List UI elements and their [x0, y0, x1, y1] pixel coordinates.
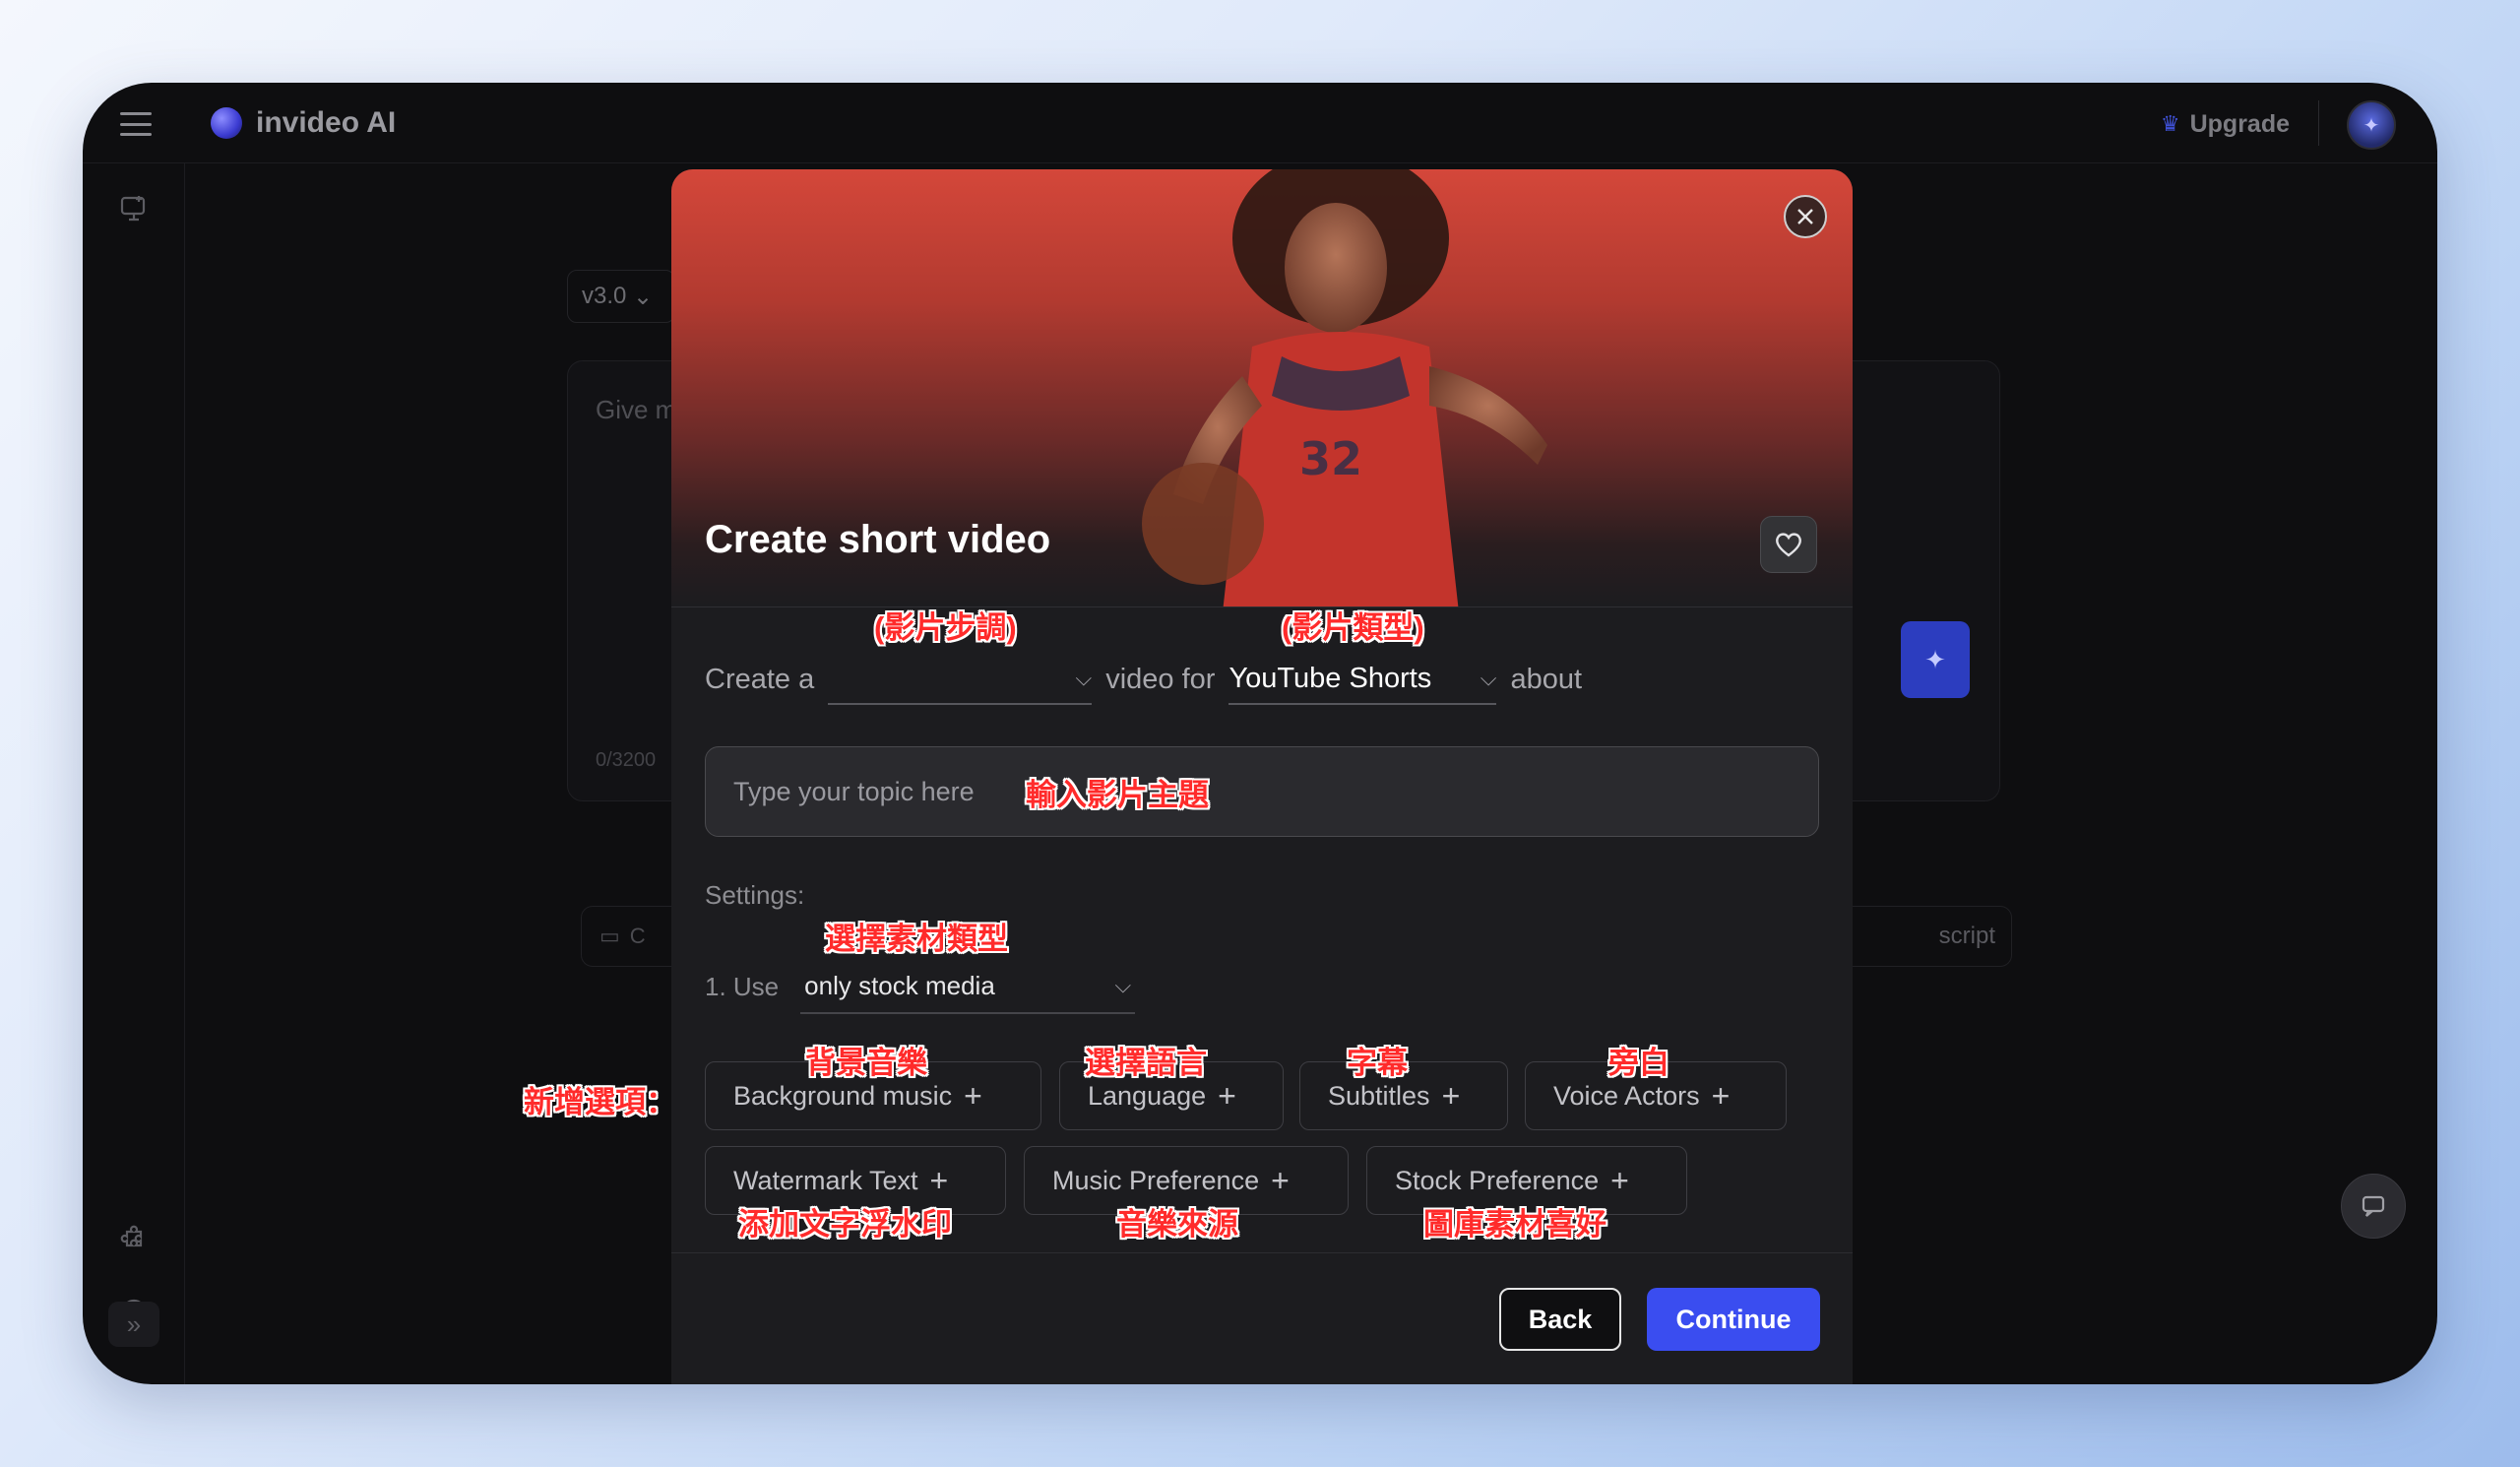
pace-select[interactable]: ⌵ — [828, 654, 1093, 705]
upgrade-label: Upgrade — [2189, 109, 2290, 138]
plus-icon: + — [964, 1077, 982, 1114]
sentence-prefix: Create a — [705, 663, 815, 695]
continue-button[interactable]: Continue — [1647, 1288, 1820, 1351]
back-button[interactable]: Back — [1499, 1288, 1621, 1351]
sidebar — [83, 163, 185, 1384]
option-label: Music Preference — [1052, 1165, 1260, 1195]
chat-icon[interactable] — [2341, 1174, 2406, 1239]
plus-icon: + — [1610, 1162, 1629, 1198]
avatar[interactable]: ✦ — [2347, 100, 2396, 150]
brand-name: invideo AI — [256, 106, 397, 139]
upgrade-button[interactable]: ♛ Upgrade — [2161, 104, 2290, 144]
expand-sidebar-icon[interactable]: » — [108, 1302, 159, 1347]
video-camera-icon: ▭ — [599, 924, 620, 948]
annotation-background-music: 背景音樂 — [805, 1046, 927, 1080]
annotation-voice: 旁白 — [1608, 1046, 1670, 1080]
option-label: Stock Preference — [1395, 1165, 1600, 1195]
hero-image: 32 — [1142, 169, 1547, 606]
annotation-add-options: 新增選項： — [524, 1085, 676, 1119]
annotation-music-source: 音樂來源 — [1116, 1207, 1238, 1242]
video-sentence: Create a ⌵ video for YouTube Shorts ⌵ ab… — [705, 648, 1582, 711]
divider — [2318, 100, 2319, 146]
media-row: 1. Use only stock media ⌵ — [705, 957, 1136, 1016]
divider — [671, 606, 1853, 607]
annotation-subtitles: 字幕 — [1347, 1046, 1408, 1080]
crown-icon: ♛ — [2160, 111, 2180, 136]
plus-icon: + — [1441, 1077, 1461, 1114]
bg-chip-left-label: C — [629, 924, 646, 948]
option-label: Background music — [733, 1080, 953, 1111]
plus-icon: + — [1711, 1077, 1731, 1114]
chevron-down-icon: ⌵ — [1480, 666, 1497, 690]
topic-input[interactable]: Type your topic here — [705, 746, 1819, 837]
topic-placeholder: Type your topic here — [733, 777, 975, 806]
prompt-placeholder: Give m — [596, 395, 677, 424]
hamburger-icon[interactable] — [120, 112, 152, 136]
annotation-watermark: 添加文字浮水印 — [738, 1207, 952, 1242]
bg-chip-right-label: script — [1938, 923, 1995, 949]
use-label: 1. Use — [705, 971, 780, 1001]
annotation-media-type: 選擇素材類型 — [825, 922, 1008, 956]
option-label: Watermark Text — [733, 1165, 918, 1195]
plus-icon: + — [929, 1162, 949, 1198]
plugin-icon[interactable] — [118, 1221, 150, 1252]
version-select[interactable]: v3.0 ⌄ — [567, 270, 675, 323]
heart-icon[interactable] — [1760, 516, 1817, 573]
plus-icon: + — [1271, 1162, 1290, 1198]
plus-icon: + — [1218, 1077, 1236, 1114]
char-counter: 0/3200 — [596, 749, 657, 771]
brand[interactable]: invideo AI — [211, 102, 396, 144]
logo-icon — [211, 107, 242, 139]
annotation-stock-pref: 圖庫素材喜好 — [1423, 1207, 1606, 1242]
new-project-icon[interactable] — [118, 193, 150, 224]
annotation-type: (影片類型) — [1282, 610, 1424, 645]
svg-text:32: 32 — [1299, 432, 1362, 485]
option-label: Subtitles — [1328, 1080, 1430, 1111]
media-value: only stock media — [804, 970, 995, 1000]
annotation-topic: 輸入影片主題 — [1026, 778, 1209, 812]
annotation-language: 選擇語言 — [1085, 1046, 1207, 1080]
option-label: Voice Actors — [1553, 1080, 1700, 1111]
option-label: Language — [1088, 1080, 1207, 1111]
sentence-middle: video for — [1105, 663, 1216, 695]
close-icon[interactable] — [1784, 195, 1827, 238]
settings-label: Settings: — [705, 880, 805, 910]
top-bar: invideo AI ♛ Upgrade ✦ — [83, 83, 2437, 163]
version-label: v3.0 — [582, 283, 627, 309]
modal-title: Create short video — [705, 518, 1051, 561]
platform-value: YouTube Shorts — [1228, 662, 1432, 694]
annotation-pace: (影片步調) — [874, 610, 1017, 645]
hero-banner: 32 Create short video — [671, 169, 1853, 606]
generate-icon[interactable]: ✦ — [1901, 621, 1970, 698]
divider — [671, 1252, 1853, 1253]
chevron-down-icon: ⌵ — [1075, 666, 1093, 690]
media-select[interactable]: only stock media ⌵ — [800, 959, 1136, 1014]
chevron-down-icon: ⌵ — [1114, 973, 1132, 997]
platform-select[interactable]: YouTube Shorts ⌵ — [1228, 654, 1497, 705]
bg-chip-right[interactable]: script — [1835, 906, 2012, 967]
sentence-suffix: about — [1510, 663, 1583, 695]
